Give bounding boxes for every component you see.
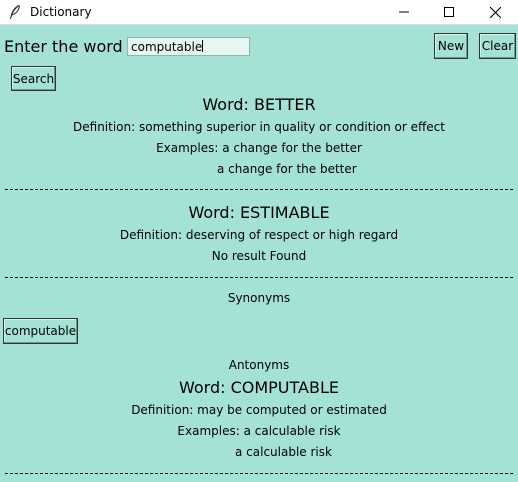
result-example-item: a change for the better [217, 162, 357, 176]
minimize-button[interactable] [381, 0, 427, 24]
title-bar: Dictionary [0, 0, 518, 25]
separator [5, 277, 513, 278]
synonym-button[interactable]: computable [3, 318, 78, 344]
separator [5, 473, 513, 474]
text-caret [202, 40, 204, 52]
result-definition: Definition: may be computed or estimated [131, 403, 387, 417]
maximize-icon [444, 7, 454, 17]
feather-icon [10, 4, 20, 19]
window-title: Dictionary [30, 5, 92, 19]
result-examples: Examples: a change for the better [156, 141, 362, 155]
word-input[interactable]: computable [127, 37, 250, 56]
result-examples: Examples: a calculable risk [177, 424, 341, 438]
enter-word-label: Enter the word [4, 37, 123, 56]
no-result-text: No result Found [211, 249, 307, 263]
search-button[interactable]: Search [11, 66, 56, 91]
minimize-icon [399, 11, 409, 13]
antonyms-label: Antonyms [228, 358, 290, 372]
close-icon [489, 6, 501, 18]
clear-button[interactable]: Clear [479, 33, 516, 59]
close-button[interactable] [472, 0, 518, 24]
synonyms-label: Synonyms [227, 291, 291, 305]
result-word: Word: ESTIMABLE [188, 203, 330, 222]
result-definition: Definition: deserving of respect or high… [119, 228, 399, 242]
result-example-item: a calculable risk [235, 445, 332, 459]
new-button[interactable]: New [434, 33, 468, 59]
result-word: Word: BETTER [202, 95, 316, 114]
result-word: Word: COMPUTABLE [178, 378, 339, 397]
result-definition: Definition: something superior in qualit… [73, 120, 445, 134]
maximize-button[interactable] [426, 0, 472, 24]
separator [5, 189, 513, 190]
